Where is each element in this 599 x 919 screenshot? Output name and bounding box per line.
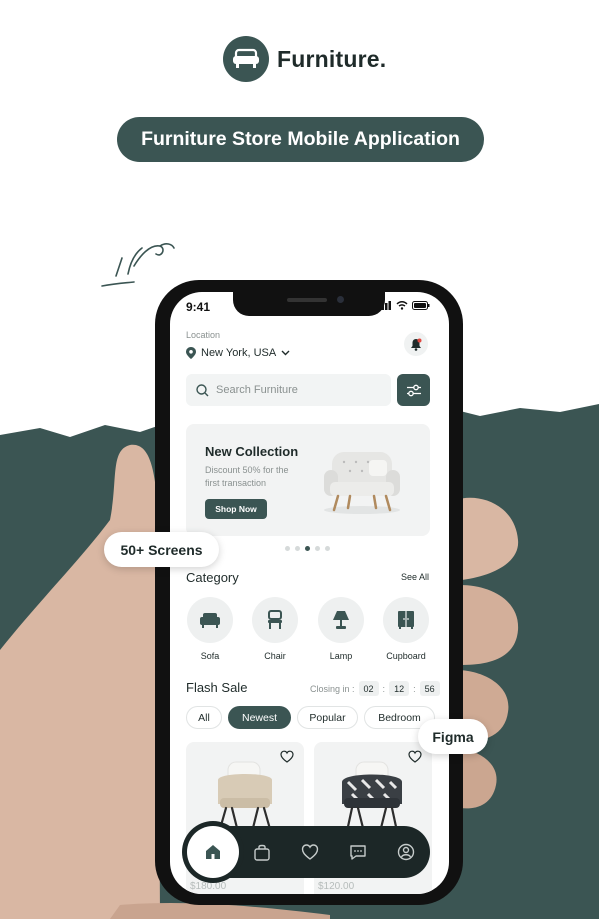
phone-notch: [233, 292, 385, 316]
chevron-down-icon: [281, 350, 290, 356]
status-icons: [378, 301, 430, 310]
battery-icon: [412, 301, 430, 310]
chair-icon: [268, 610, 282, 629]
nav-home[interactable]: [187, 826, 239, 878]
category-lamp[interactable]: Lamp: [317, 597, 365, 661]
location-selector[interactable]: New York, USA: [186, 347, 290, 359]
brand-name: Furniture.: [277, 45, 387, 72]
page-dot-active[interactable]: [305, 546, 310, 551]
brand-header: Furniture.: [223, 36, 386, 82]
sliders-icon: [406, 384, 421, 396]
phone-screen: 9:41 Location New York, USA Search Furni…: [170, 292, 449, 894]
speaker: [287, 298, 327, 302]
heart-icon[interactable]: [408, 750, 422, 764]
figma-badge: Figma: [418, 719, 488, 754]
armchair-image: [324, 452, 400, 514]
notification-button[interactable]: [404, 332, 428, 356]
signal-icon: [378, 301, 391, 310]
camera: [337, 296, 344, 303]
category-label: Lamp: [329, 651, 353, 661]
banner-subtitle: Discount 50% for the first transaction: [205, 465, 289, 488]
page-dot[interactable]: [285, 546, 290, 551]
flash-sale-title: Flash Sale: [186, 680, 248, 695]
bag-icon[interactable]: [253, 843, 271, 861]
category-label: Sofa: [200, 651, 220, 661]
filter-chip-all[interactable]: All: [186, 706, 222, 729]
see-all-link[interactable]: See All: [401, 572, 429, 582]
banner-pagination: [285, 546, 330, 551]
heart-icon[interactable]: [280, 750, 294, 764]
sofa-icon: [200, 613, 220, 628]
category-label: Cupboard: [386, 651, 426, 661]
bell-icon: [411, 338, 422, 351]
page-dot[interactable]: [315, 546, 320, 551]
lamp-icon: [333, 611, 349, 629]
hero-title: Furniture Store Mobile Application: [117, 117, 484, 162]
category-chair[interactable]: Chair: [251, 597, 299, 661]
category-cupboard[interactable]: Cupboard: [382, 597, 430, 661]
page-dot[interactable]: [295, 546, 300, 551]
shop-now-button[interactable]: Shop Now: [205, 499, 267, 519]
screens-badge: 50+ Screens: [104, 532, 219, 567]
profile-icon[interactable]: [397, 843, 415, 861]
page-dot[interactable]: [325, 546, 330, 551]
sofa-logo-icon: [223, 36, 269, 82]
countdown: Closing in : 02 : 12 : 56: [310, 681, 440, 696]
home-icon: [206, 845, 220, 859]
bottom-nav: [187, 826, 430, 878]
chat-icon[interactable]: [349, 843, 367, 861]
wifi-icon: [396, 301, 408, 310]
banner-title: New Collection: [205, 444, 299, 459]
product-price: $120.00: [318, 881, 355, 892]
search-icon: [196, 383, 209, 396]
search-input[interactable]: Search Furniture: [186, 374, 391, 406]
filter-chip-popular[interactable]: Popular: [297, 706, 358, 729]
location-value: New York, USA: [201, 347, 277, 359]
category-title: Category: [186, 570, 239, 585]
category-sofa[interactable]: Sofa: [186, 597, 234, 661]
location-pin-icon: [186, 347, 196, 359]
filter-chip-newest[interactable]: Newest: [228, 706, 291, 729]
countdown-minutes: 12: [389, 681, 410, 696]
category-label: Chair: [264, 651, 286, 661]
cupboard-icon: [398, 611, 414, 629]
location-label: Location: [186, 330, 221, 340]
promo-banner[interactable]: New Collection Discount 50% for the firs…: [186, 424, 430, 536]
closing-label: Closing in :: [310, 683, 355, 694]
filter-button[interactable]: [397, 374, 430, 406]
product-price: $180.00: [190, 881, 227, 892]
countdown-hours: 02: [358, 681, 379, 696]
heart-icon[interactable]: [301, 843, 319, 861]
sparkle-doodle-icon: [101, 243, 175, 287]
status-time: 9:41: [186, 300, 211, 314]
search-placeholder: Search Furniture: [216, 384, 298, 396]
countdown-seconds: 56: [419, 681, 440, 696]
